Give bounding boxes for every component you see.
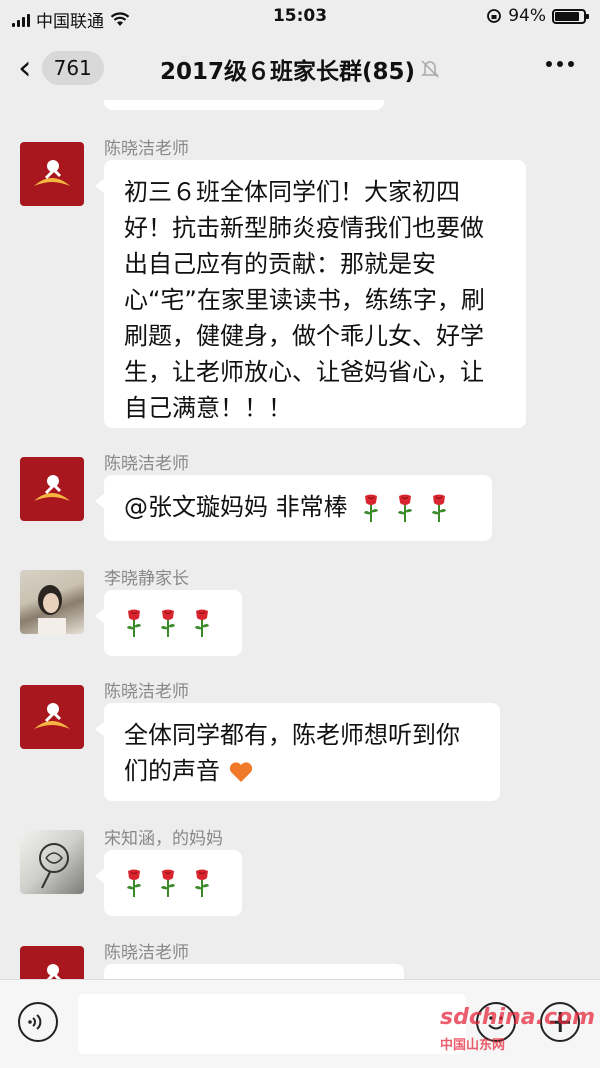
voice-button[interactable] [18, 1002, 58, 1042]
rose-emoji-icon [161, 869, 175, 897]
battery-percent: 94% [508, 6, 546, 26]
person-photo-icon [38, 585, 66, 634]
orange-heart-emoji-icon [229, 762, 252, 782]
chat-title: 2017级６班家长群(85) [160, 52, 441, 86]
message-text: 全体同学都有，陈老师想听到你们的声音 [124, 721, 460, 785]
previous-message-bubble[interactable] [104, 100, 384, 110]
voice-icon [28, 1014, 42, 1030]
rose-row [124, 608, 212, 638]
rose-emoji-icon [127, 869, 141, 897]
rose-row [361, 493, 449, 523]
watermark-caption: 中国山东网 [440, 1038, 506, 1053]
bell-off-icon [421, 60, 439, 78]
message-input[interactable] [78, 994, 466, 1054]
avatar[interactable] [20, 830, 84, 894]
battery-fill [555, 11, 579, 21]
message-bubble[interactable]: 初三６班全体同学们！大家初四好！抗击新型肺炎疫情我们也要做出自己应有的贡献：那就… [95, 160, 526, 428]
avatar[interactable] [20, 457, 84, 521]
message-text: 初三６班全体同学们！大家初四好！抗击新型肺炎疫情我们也要做出自己应有的贡献：那就… [124, 178, 485, 422]
status-bar: 中国联通 15:03 94% [0, 0, 600, 34]
sender-name: 陈晓洁老师 [104, 454, 189, 474]
message-bubble[interactable] [104, 964, 404, 980]
sender-name: 陈晓洁老师 [104, 139, 189, 159]
more-dots-icon [546, 61, 552, 67]
watermark-brand: sdchina.com [440, 1005, 596, 1030]
rose-emoji-icon [127, 609, 141, 637]
group-name: 2017级６班家长群(85) [160, 59, 416, 85]
rose-emoji-icon [195, 869, 209, 897]
watermark: sdchina.com 中国山东网 [440, 1005, 600, 1055]
rose-sketch-photo-icon [39, 843, 69, 889]
rose-emoji-icon [432, 494, 447, 522]
message-bubble[interactable]: @张文璇妈妈 非常棒 [95, 475, 492, 541]
avatar[interactable] [20, 946, 84, 980]
rose-emoji-icon [161, 609, 175, 637]
teacher-avatar-logo-icon [34, 703, 70, 729]
rose-emoji-icon [364, 494, 379, 522]
teacher-avatar-logo-icon [34, 475, 70, 501]
avatar[interactable] [20, 570, 84, 634]
orientation-lock-icon [487, 9, 502, 23]
teacher-avatar-logo-icon [45, 964, 62, 980]
message-bubble[interactable] [95, 850, 242, 916]
rose-emoji-icon [195, 609, 209, 637]
teacher-avatar-logo-icon [34, 160, 70, 186]
back-button[interactable]: ‹ 761 [18, 49, 128, 87]
message-list[interactable]: 陈晓洁老师 初三６班全体同学们！大家初四好！抗击新型肺炎疫情我们也要做出自己应有… [0, 100, 600, 980]
unread-count-badge: 761 [41, 51, 104, 85]
rose-row [124, 868, 212, 898]
message-bubble[interactable] [95, 590, 242, 656]
message-bubble[interactable]: 全体同学都有，陈老师想听到你们的声音 [95, 703, 500, 801]
sender-name: 陈晓洁老师 [104, 682, 189, 702]
more-options-button[interactable] [546, 61, 574, 67]
sender-name: 宋知涵，的妈妈 [104, 829, 223, 849]
sender-name: 李晓静家长 [104, 569, 189, 589]
avatar[interactable] [20, 142, 84, 206]
message-text: @张文璇妈妈 非常棒 [124, 493, 348, 521]
chevron-left-icon: ‹ [18, 48, 32, 88]
chat-header: ‹ 761 2017级６班家长群(85) [0, 34, 600, 100]
battery-icon [552, 8, 589, 24]
sender-name: 陈晓洁老师 [104, 943, 189, 963]
rose-emoji-icon [398, 494, 413, 522]
avatar[interactable] [20, 685, 84, 749]
